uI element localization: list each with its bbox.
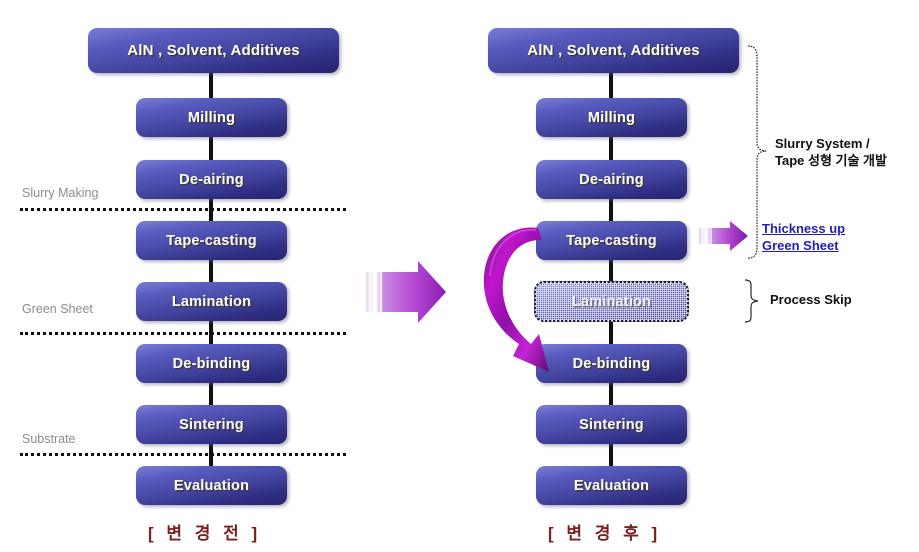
stage-label-green-sheet: Green Sheet xyxy=(22,302,93,316)
connector-right-6 xyxy=(609,382,613,406)
connector-right-7 xyxy=(609,443,613,467)
brace-process-skip xyxy=(744,279,759,323)
stage-divider-green-sheet xyxy=(20,332,346,335)
connector-left-1 xyxy=(209,72,213,98)
diagram-canvas: AlN , Solvent, Additives Milling De-airi… xyxy=(0,0,919,552)
process-box-left-de-binding[interactable]: De-binding xyxy=(136,344,287,383)
process-box-right-evaluation[interactable]: Evaluation xyxy=(536,466,687,505)
connector-right-2 xyxy=(609,136,613,161)
annotation-slurry-system-line1: Slurry System / xyxy=(775,136,870,151)
stage-label-slurry-making: Slurry Making xyxy=(22,186,99,200)
connector-left-4 xyxy=(209,259,213,283)
caption-after: [ 변 경 후 ] xyxy=(548,524,662,543)
process-box-right-materials[interactable]: AlN , Solvent, Additives xyxy=(488,28,739,73)
connector-left-2 xyxy=(209,136,213,161)
transition-arrow-icon xyxy=(366,261,446,323)
annotation-process-skip: Process Skip xyxy=(770,292,852,307)
annotation-slurry-system-line2: Tape 성형 기술 개발 xyxy=(775,153,887,168)
stage-label-substrate: Substrate xyxy=(22,432,76,446)
process-box-right-sintering[interactable]: Sintering xyxy=(536,405,687,444)
process-box-right-de-binding[interactable]: De-binding xyxy=(536,344,687,383)
stage-divider-slurry-making xyxy=(20,208,346,211)
stage-divider-substrate xyxy=(20,453,346,456)
process-box-left-lamination[interactable]: Lamination xyxy=(136,282,287,321)
thickness-up-arrow-icon xyxy=(699,221,748,251)
annotation-thickness-up: Thickness up Green Sheet xyxy=(762,220,845,254)
process-box-right-lamination-skipped[interactable]: Lamination xyxy=(534,281,689,322)
process-box-left-evaluation[interactable]: Evaluation xyxy=(136,466,287,505)
process-box-left-de-airing[interactable]: De-airing xyxy=(136,160,287,199)
process-box-left-tape-casting[interactable]: Tape-casting xyxy=(136,221,287,260)
process-box-right-de-airing[interactable]: De-airing xyxy=(536,160,687,199)
connector-right-1 xyxy=(609,72,613,98)
process-box-right-milling[interactable]: Milling xyxy=(536,98,687,137)
process-box-left-sintering[interactable]: Sintering xyxy=(136,405,287,444)
connector-left-6 xyxy=(209,382,213,406)
process-box-left-materials[interactable]: AlN , Solvent, Additives xyxy=(88,28,339,73)
annotation-thickness-up-line2: Green Sheet xyxy=(762,238,839,253)
connector-right-4 xyxy=(609,259,613,283)
annotation-thickness-up-line1: Thickness up xyxy=(762,221,846,236)
caption-before: [ 변 경 전 ] xyxy=(148,524,262,543)
connector-right-5 xyxy=(609,320,613,345)
process-box-right-tape-casting[interactable]: Tape-casting xyxy=(536,221,687,260)
connector-right-3 xyxy=(609,198,613,222)
process-box-left-milling[interactable]: Milling xyxy=(136,98,287,137)
annotation-slurry-system: Slurry System / Tape 성형 기술 개발 xyxy=(775,135,887,169)
